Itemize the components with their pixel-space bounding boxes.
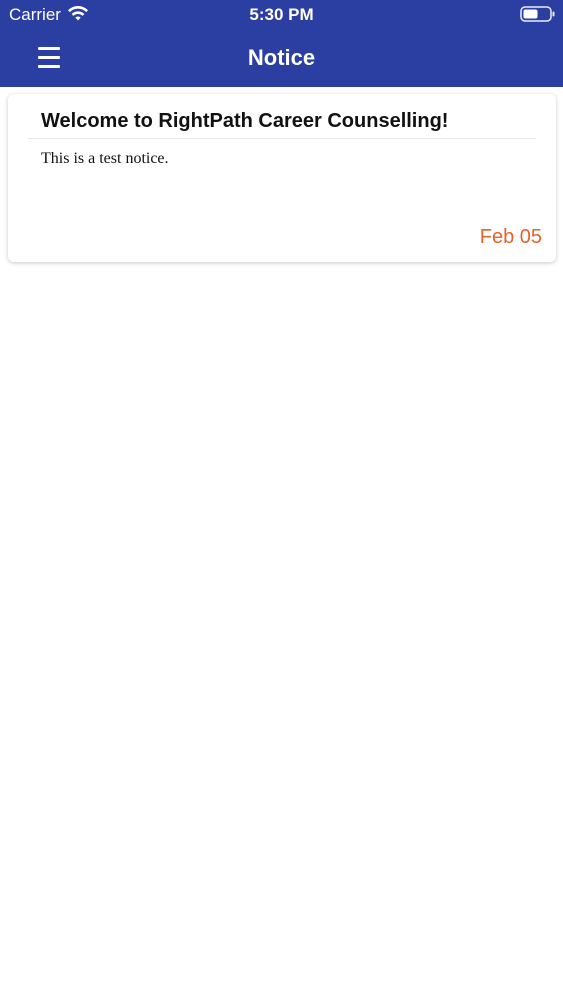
page-title: Notice bbox=[247, 45, 316, 70]
status-bar: Carrier 5:30 PM bbox=[0, 0, 563, 30]
notice-card[interactable]: Welcome to RightPath Career Counselling!… bbox=[8, 94, 556, 262]
app-screen: Carrier 5:30 PM Notice Welcome to RightP… bbox=[0, 0, 563, 1000]
notice-body: This is a test notice. bbox=[41, 150, 169, 167]
battery-icon bbox=[520, 6, 555, 22]
notice-title: Welcome to RightPath Career Counselling! bbox=[41, 110, 449, 132]
navigation-bar: Notice bbox=[0, 30, 563, 87]
header: Carrier 5:30 PM Notice bbox=[0, 0, 563, 87]
notice-divider bbox=[28, 138, 536, 139]
notice-date: Feb 05 bbox=[479, 226, 542, 248]
status-time: 5:30 PM bbox=[249, 5, 314, 24]
